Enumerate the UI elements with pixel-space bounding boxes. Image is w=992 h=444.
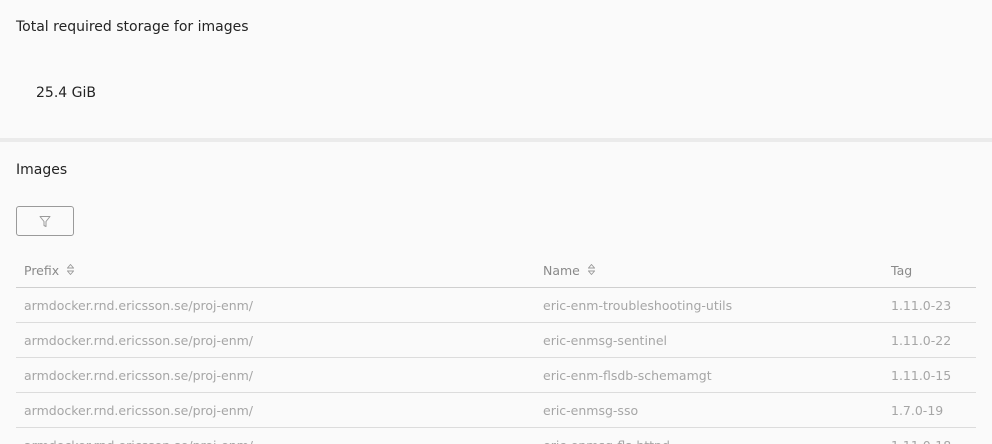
page: Total required storage for images 25.4 G… bbox=[0, 0, 992, 444]
column-header-name[interactable]: Name bbox=[543, 254, 596, 287]
cell-tag: 1.11.0-22 bbox=[891, 332, 952, 348]
filter-icon bbox=[39, 215, 51, 228]
storage-value: 25.4 GiB bbox=[36, 85, 96, 101]
cell-name: eric-enm-troubleshooting-utils bbox=[543, 297, 733, 313]
cell-tag: 1.11.0-23 bbox=[891, 297, 952, 313]
sort-icon[interactable] bbox=[587, 263, 596, 278]
cell-prefix: armdocker.rnd.ericsson.se/proj-enm/ bbox=[24, 402, 253, 418]
cell-prefix: armdocker.rnd.ericsson.se/proj-enm/ bbox=[24, 367, 253, 383]
table-row[interactable]: armdocker.rnd.ericsson.se/proj-enm/ eric… bbox=[16, 288, 976, 323]
column-header-name-label: Name bbox=[543, 263, 580, 278]
cell-prefix: armdocker.rnd.ericsson.se/proj-enm/ bbox=[24, 297, 253, 313]
filter-button[interactable] bbox=[16, 206, 74, 236]
storage-card: Total required storage for images 25.4 G… bbox=[0, 0, 992, 138]
cell-name: eric-enmsg-fls-httpd bbox=[543, 428, 670, 444]
cell-name: eric-enmsg-sso bbox=[543, 402, 639, 418]
table-row[interactable]: armdocker.rnd.ericsson.se/proj-enm/ eric… bbox=[16, 428, 976, 444]
images-table: Prefix Name Tag armdocker.rnd.ericsson.s… bbox=[16, 254, 976, 444]
table-row[interactable]: armdocker.rnd.ericsson.se/proj-enm/ eric… bbox=[16, 358, 976, 393]
sort-icon[interactable] bbox=[66, 263, 75, 278]
cell-tag: 1.11.0-18 bbox=[891, 428, 951, 444]
cell-name: eric-enmsg-sentinel bbox=[543, 332, 668, 348]
column-header-prefix[interactable]: Prefix bbox=[24, 254, 75, 287]
cell-prefix: armdocker.rnd.ericsson.se/proj-enm/ bbox=[24, 428, 253, 444]
column-header-tag-label: Tag bbox=[891, 263, 913, 278]
images-title: Images bbox=[16, 162, 68, 178]
table-row[interactable]: armdocker.rnd.ericsson.se/proj-enm/ eric… bbox=[16, 323, 976, 358]
cell-tag: 1.7.0-19 bbox=[891, 402, 944, 418]
table-row[interactable]: armdocker.rnd.ericsson.se/proj-enm/ eric… bbox=[16, 393, 976, 428]
column-header-prefix-label: Prefix bbox=[24, 263, 60, 278]
cell-tag: 1.11.0-15 bbox=[891, 367, 952, 383]
table-header: Prefix Name Tag bbox=[16, 254, 976, 288]
images-card: Images Prefix Name Tag armdocker.rnd.eri… bbox=[0, 142, 992, 444]
cell-prefix: armdocker.rnd.ericsson.se/proj-enm/ bbox=[24, 332, 253, 348]
cell-name: eric-enm-flsdb-schemamgt bbox=[543, 367, 712, 383]
storage-title: Total required storage for images bbox=[16, 19, 249, 35]
column-header-tag: Tag bbox=[891, 254, 912, 287]
